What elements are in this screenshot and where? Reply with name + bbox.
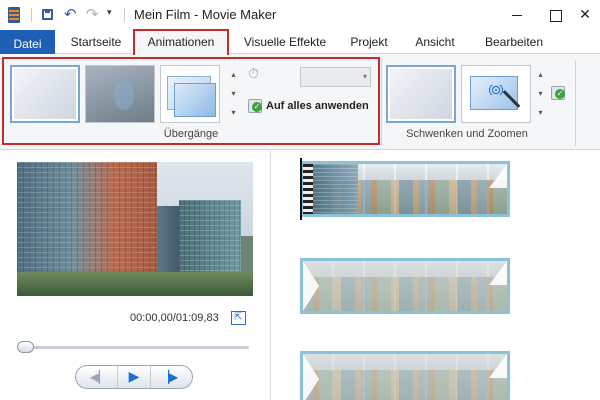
ribbon-tab-row: Datei Startseite Animationen Visuelle Ef… bbox=[0, 29, 600, 55]
tab-view[interactable]: Ansicht bbox=[405, 30, 465, 54]
storyboard-clip[interactable] bbox=[300, 351, 510, 400]
transition-none-thumbnail[interactable] bbox=[10, 65, 80, 123]
pane-divider[interactable] bbox=[270, 151, 271, 400]
pan-zoom-apply-all-icon[interactable] bbox=[551, 86, 565, 100]
gallery-scroll-up-icon[interactable]: ▴ bbox=[535, 65, 546, 84]
undo-icon[interactable]: ↶ bbox=[64, 5, 77, 23]
tab-project[interactable]: Projekt bbox=[340, 30, 398, 54]
chevron-down-icon[interactable]: ▾ bbox=[363, 72, 367, 81]
transition-crossfade-thumbnail[interactable] bbox=[85, 65, 155, 123]
transition-marker bbox=[303, 261, 319, 311]
gallery-scroll-down-icon[interactable]: ▾ bbox=[228, 84, 239, 103]
apply-to-all-button[interactable]: Auf alles anwenden bbox=[248, 97, 369, 115]
tab-animations[interactable]: Animationen bbox=[133, 29, 229, 55]
fullscreen-icon[interactable]: ⇱ bbox=[231, 311, 246, 325]
transition-slide-thumbnail[interactable] bbox=[160, 65, 220, 123]
transitions-group-label: Übergänge bbox=[163, 128, 219, 140]
pan-zoom-group-label: Schwenken und Zoomen bbox=[406, 128, 528, 140]
gallery-scroll-up-icon[interactable]: ▴ bbox=[228, 65, 239, 84]
tab-start[interactable]: Startseite bbox=[58, 30, 134, 54]
storyboard-clip[interactable] bbox=[300, 161, 510, 217]
video-preview[interactable] bbox=[17, 162, 253, 296]
group-separator bbox=[381, 60, 382, 146]
play-button[interactable]: ▶ bbox=[117, 366, 151, 388]
transition-marker bbox=[489, 354, 507, 378]
redo-icon[interactable]: ↷ bbox=[86, 5, 99, 23]
transition-marker bbox=[303, 354, 319, 400]
title-bar: ↶ ↷ ▾ Mein Film - Movie Maker ✕ bbox=[0, 0, 600, 30]
gallery-more-icon[interactable]: ▾ bbox=[535, 103, 546, 122]
timecode: 00:00,00/01:09,83 bbox=[130, 312, 219, 324]
duration-combobox[interactable]: ▾ bbox=[300, 67, 371, 87]
film-strip-marker bbox=[303, 164, 313, 214]
group-separator bbox=[575, 60, 576, 146]
preview-trees bbox=[17, 272, 253, 296]
pan-zoom-none-thumbnail[interactable] bbox=[386, 65, 456, 123]
playhead[interactable] bbox=[300, 158, 302, 220]
close-button[interactable]: ✕ bbox=[570, 0, 600, 30]
apply-to-all-label: Auf alles anwenden bbox=[266, 100, 369, 112]
stopwatch-icon: ⏱ bbox=[248, 66, 259, 82]
clip-frames bbox=[303, 354, 507, 400]
seek-handle[interactable] bbox=[17, 341, 34, 353]
gallery-more-icon[interactable]: ▾ bbox=[228, 103, 239, 122]
tab-edit[interactable]: Bearbeiten bbox=[474, 30, 554, 54]
clip-frames bbox=[303, 261, 507, 311]
previous-frame-button[interactable]: ◀▏ bbox=[84, 366, 114, 388]
gallery-scroll-down-icon[interactable]: ▾ bbox=[535, 84, 546, 103]
toolbar-separator bbox=[124, 8, 125, 22]
clip-selected-frame bbox=[312, 164, 358, 214]
storyboard-clip[interactable] bbox=[300, 258, 510, 314]
transition-marker bbox=[489, 261, 507, 285]
window-title: Mein Film - Movie Maker bbox=[134, 7, 277, 22]
transitions-gallery-scroll[interactable]: ▴ ▾ ▾ bbox=[228, 65, 239, 123]
pan-zoom-automatic-thumbnail[interactable] bbox=[461, 65, 531, 123]
pan-zoom-gallery-scroll[interactable]: ▴ ▾ ▾ bbox=[535, 65, 546, 123]
customize-toolbar-icon[interactable]: ▾ bbox=[107, 8, 112, 18]
transition-marker bbox=[489, 164, 507, 188]
apply-all-icon bbox=[248, 99, 262, 113]
toolbar-separator bbox=[31, 8, 32, 22]
tab-file[interactable]: Datei bbox=[0, 30, 55, 54]
next-frame-button[interactable]: ▕▶ bbox=[154, 366, 184, 388]
movie-maker-app-icon[interactable] bbox=[8, 7, 20, 23]
save-icon[interactable] bbox=[42, 9, 53, 20]
tab-visual-effects[interactable]: Visuelle Effekte bbox=[232, 30, 338, 54]
playback-controls: ◀▏ ▶ ▕▶ bbox=[75, 365, 193, 389]
seek-bar[interactable] bbox=[18, 346, 249, 349]
